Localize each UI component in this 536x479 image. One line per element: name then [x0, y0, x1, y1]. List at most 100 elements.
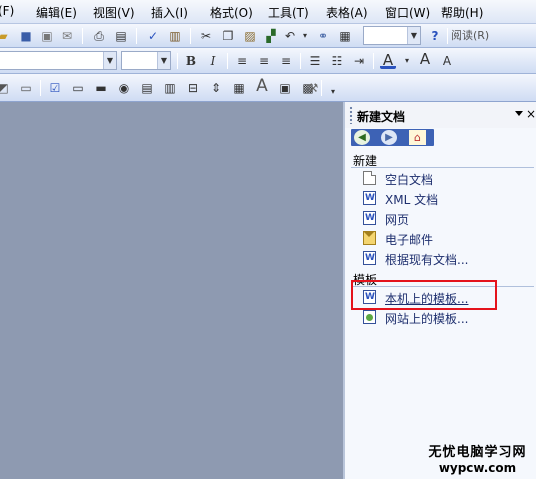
document-area[interactable] — [0, 102, 343, 479]
toolbar-separator — [177, 53, 178, 69]
menu-window[interactable]: 窗口(W) — [385, 4, 430, 21]
read-mode-button[interactable]: 阅读(R) — [451, 27, 489, 45]
toolbar-separator — [300, 53, 301, 69]
web-template-icon — [363, 310, 376, 324]
back-icon[interactable]: ◀ — [354, 130, 370, 145]
image-control-icon[interactable]: ▣ — [276, 79, 294, 97]
email-icon — [363, 231, 376, 245]
align-center-icon[interactable]: ≡ — [255, 52, 273, 70]
watermark-url: wypcw.com — [438, 461, 517, 475]
from-existing-document-link[interactable]: 根据现有文档... — [355, 249, 533, 267]
table-icon[interactable]: ▦ — [336, 27, 354, 45]
new-blank-document-link[interactable]: 空白文档 — [355, 169, 533, 187]
menu-insert[interactable]: 插入(I) — [151, 4, 188, 21]
forward-icon[interactable]: ▶ — [381, 130, 397, 145]
link-label: 根据现有文档... — [385, 253, 469, 267]
link-label: 网站上的模板... — [385, 312, 469, 326]
option-control-icon[interactable]: ◉ — [115, 79, 133, 97]
align-right-icon[interactable]: ≡ — [277, 52, 295, 70]
spelling-icon[interactable]: ✓ — [144, 27, 162, 45]
toolbar-separator — [40, 80, 41, 96]
new-email-link[interactable]: 电子邮件 — [355, 229, 533, 247]
print-icon[interactable]: ⎙ — [90, 27, 108, 45]
scrollbar-control-icon[interactable]: ⊟ — [184, 79, 202, 97]
help-icon[interactable]: ? — [426, 27, 444, 45]
save-icon[interactable]: ■ — [17, 27, 35, 45]
new-xml-document-link[interactable]: XML 文档 — [355, 189, 533, 207]
style-combo[interactable]: ▼ — [0, 51, 117, 70]
blank-document-icon — [363, 171, 376, 185]
menu-view[interactable]: 视图(V) — [93, 4, 135, 21]
menu-file[interactable]: (F) — [0, 4, 14, 18]
standard-toolbar: ▰ ■ ▣ ✉ ⎙ ▤ ✓ ▥ ✂ ❐ ▨ ▞ ↶ ▾ ⚭ ▦ ▼ ? 阅读(R… — [0, 24, 536, 48]
chevron-down-icon[interactable]: ▼ — [103, 52, 116, 69]
web-templates-link[interactable]: 网站上的模板... — [355, 308, 533, 326]
toggle-control-icon[interactable]: ▦ — [230, 79, 248, 97]
chevron-down-icon[interactable]: ▼ — [157, 52, 170, 69]
toolbar-separator — [447, 28, 448, 44]
formatting-toolbar: ▼ ▼ B I ≡ ≡ ≡ ☰ ☷ ⇥ A ▾ A A — [0, 48, 536, 74]
menu-edit[interactable]: 编辑(E) — [36, 4, 77, 21]
align-left-icon[interactable]: ≡ — [233, 52, 251, 70]
tools-icon[interactable]: ⚒ — [304, 79, 322, 97]
permission-icon[interactable]: ▣ — [38, 27, 56, 45]
format-painter-icon[interactable]: ▞ — [262, 27, 280, 45]
spin-control-icon[interactable]: ⇕ — [207, 79, 225, 97]
section-divider — [351, 167, 534, 168]
font-color-dropdown-icon[interactable]: ▾ — [398, 52, 416, 70]
chevron-down-icon[interactable] — [515, 111, 523, 116]
toolbar-separator — [82, 28, 83, 44]
grow-font-button[interactable]: A — [416, 50, 434, 68]
chevron-down-icon[interactable]: ▼ — [407, 27, 420, 44]
bullets-icon[interactable]: ☷ — [328, 52, 346, 70]
open-folder-icon[interactable]: ▰ — [0, 27, 12, 45]
listbox-control-icon[interactable]: ▤ — [138, 79, 156, 97]
print-preview-icon[interactable]: ▤ — [112, 27, 130, 45]
toolbar-separator — [227, 53, 228, 69]
grip-handle[interactable] — [349, 106, 353, 124]
zoom-combo[interactable]: ▼ — [363, 26, 421, 45]
italic-button[interactable]: I — [204, 52, 222, 70]
forms-toolbar: ◩ ▭ ☑ ▭ ▬ ◉ ▤ ▥ ⊟ ⇕ ▦ A ▣ ▩ ⚒ ▾ — [0, 74, 536, 102]
menu-format[interactable]: 格式(O) — [210, 4, 253, 21]
hyperlink-icon[interactable]: ⚭ — [314, 27, 332, 45]
menu-table[interactable]: 表格(A) — [326, 4, 368, 21]
close-icon[interactable]: × — [526, 107, 536, 121]
home-icon[interactable]: ⌂ — [409, 130, 426, 145]
copy-icon[interactable]: ❐ — [219, 27, 237, 45]
form-properties-icon[interactable]: ▭ — [17, 79, 35, 97]
research-icon[interactable]: ▥ — [166, 27, 184, 45]
cut-icon[interactable]: ✂ — [197, 27, 215, 45]
undo-dropdown-icon[interactable]: ▾ — [296, 27, 314, 45]
link-label: 空白文档 — [385, 173, 434, 187]
menu-tools[interactable]: 工具(T) — [268, 4, 309, 21]
combobox-control-icon[interactable]: ▥ — [161, 79, 179, 97]
font-size-combo[interactable]: ▼ — [121, 51, 171, 70]
bold-button[interactable]: B — [182, 52, 200, 70]
numbering-icon[interactable]: ☰ — [306, 52, 324, 70]
paste-icon[interactable]: ▨ — [241, 27, 259, 45]
textbox-control-icon[interactable]: ▭ — [69, 79, 87, 97]
watermark: 无忧电脑学习网 wypcw.com — [425, 441, 530, 475]
task-pane-title: 新建文档 — [357, 110, 406, 124]
task-pane-nav: ◀ ▶ ⌂ — [351, 129, 434, 146]
form-design-icon[interactable]: ◩ — [0, 79, 12, 97]
new-web-page-link[interactable]: 网页 — [355, 209, 533, 227]
email-send-icon[interactable]: ✉ — [58, 27, 76, 45]
shrink-font-button[interactable]: A — [438, 52, 456, 70]
menu-help[interactable]: 帮助(H) — [441, 4, 483, 21]
watermark-title: 无忧电脑学习网 — [428, 445, 527, 460]
checkbox-control-icon[interactable]: ☑ — [46, 79, 64, 97]
button-control-icon[interactable]: ▬ — [92, 79, 110, 97]
link-label: 电子邮件 — [385, 233, 434, 247]
toolbar-options-icon[interactable]: ▾ — [328, 83, 338, 101]
xml-document-icon — [363, 191, 376, 205]
toolbar-separator — [136, 28, 137, 44]
label-control-button[interactable]: A — [253, 77, 271, 95]
menu-bar: (F) 编辑(E) 视图(V) 插入(I) 格式(O) 工具(T) 表格(A) … — [0, 0, 536, 24]
toolbar-separator — [190, 28, 191, 44]
highlight-box — [351, 280, 497, 310]
font-color-button[interactable]: A — [380, 51, 396, 69]
indent-icon[interactable]: ⇥ — [350, 52, 368, 70]
web-page-icon — [363, 211, 376, 225]
